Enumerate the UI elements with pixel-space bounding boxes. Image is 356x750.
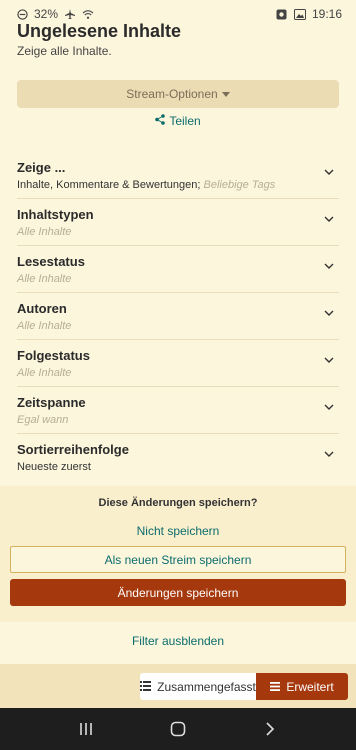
view-summary-button[interactable]: Zusammengefasst (140, 673, 256, 700)
chevron-down-icon[interactable] (323, 213, 335, 225)
status-bar: 32% 19:16 (0, 0, 356, 28)
filter-value-muted: Alle Inhalte (17, 273, 72, 285)
filter-value-muted: Alle Inhalte (17, 320, 72, 332)
menu-icon (270, 680, 281, 694)
filter-time-range[interactable]: Zeitspanne Egal wann (17, 387, 339, 434)
filter-value: Neueste zuerst (17, 459, 339, 475)
status-left: 32% (16, 7, 94, 21)
share-label: Teilen (169, 114, 201, 128)
filter-value: Egal wann (17, 412, 339, 428)
filter-title: Lesestatus (17, 254, 85, 269)
filter-title: Inhaltstypen (17, 207, 94, 222)
stream-options-label: Stream-Optionen (126, 87, 218, 101)
airplane-icon (64, 8, 76, 20)
notification-icon (276, 8, 288, 20)
filter-title: Folgestatus (17, 348, 90, 363)
clock: 19:16 (311, 7, 342, 21)
dont-save-link[interactable]: Nicht speichern (0, 524, 356, 538)
filter-authors[interactable]: Autoren Alle Inhalte (17, 293, 339, 340)
save-changes-button[interactable]: Änderungen speichern (10, 579, 346, 606)
page-subtitle: Zeige alle Inhalte. (17, 44, 112, 58)
dnd-icon (16, 8, 28, 20)
back-button[interactable] (250, 709, 290, 749)
chevron-down-icon[interactable] (323, 260, 335, 272)
gallery-icon (293, 8, 306, 20)
filter-read-status[interactable]: Lesestatus Alle Inhalte (17, 246, 339, 293)
view-advanced-button[interactable]: Erweitert (256, 673, 348, 700)
filter-value: Alle Inhalte (17, 365, 339, 381)
filter-title: Zeitspanne (17, 395, 86, 410)
chevron-down-icon[interactable] (323, 307, 335, 319)
chevron-down-icon[interactable] (323, 354, 335, 366)
filter-value: Inhalte, Kommentare & Bewertungen; Belie… (17, 177, 339, 193)
wifi-icon (82, 8, 94, 20)
filter-value: Alle Inhalte (17, 318, 339, 334)
filter-sort-order[interactable]: Sortierreihenfolge Neueste zuerst (17, 434, 339, 481)
caret-down-icon (221, 87, 230, 101)
view-toggle: Zusammengefasst Erweitert (140, 673, 348, 700)
share-icon (155, 114, 166, 128)
status-right: 19:16 (276, 7, 342, 21)
list-icon (140, 680, 152, 694)
view-advanced-label: Erweitert (286, 679, 334, 694)
filter-content-types[interactable]: Inhaltstypen Alle Inhalte (17, 199, 339, 246)
view-summary-label: Zusammengefasst (157, 679, 256, 694)
filter-title: Sortierreihenfolge (17, 442, 129, 457)
filter-value-muted: Beliebige Tags (203, 179, 276, 191)
filter-value-text: Neueste zuerst (17, 461, 91, 473)
filter-value: Alle Inhalte (17, 224, 339, 240)
filter-value-muted: Alle Inhalte (17, 367, 72, 379)
filter-value-muted: Egal wann (17, 414, 69, 426)
filter-show[interactable]: Zeige ... Inhalte, Kommentare & Bewertun… (17, 152, 339, 199)
save-as-new-stream-button[interactable]: Als neuen Streim speichern (10, 546, 346, 573)
stream-options-button[interactable]: Stream-Optionen (17, 80, 339, 108)
hide-filters-link[interactable]: Filter ausblenden (0, 634, 356, 648)
filter-title: Zeige ... (17, 160, 66, 175)
save-changes-panel: Diese Änderungen speichern? Nicht speich… (0, 486, 356, 622)
chevron-down-icon[interactable] (323, 401, 335, 413)
recent-apps-button[interactable] (66, 709, 106, 749)
filter-follow-status[interactable]: Folgestatus Alle Inhalte (17, 340, 339, 387)
chevron-down-icon[interactable] (323, 448, 335, 460)
home-button[interactable] (158, 709, 198, 749)
filter-title: Autoren (17, 301, 67, 316)
filter-value-text: Inhalte, Kommentare & Bewertungen; (17, 179, 201, 191)
filter-value-muted: Alle Inhalte (17, 226, 72, 238)
filter-value: Alle Inhalte (17, 271, 339, 287)
filter-list: Zeige ... Inhalte, Kommentare & Bewertun… (17, 152, 339, 481)
battery-level: 32% (34, 7, 59, 21)
system-navigation-bar (0, 708, 356, 750)
save-question: Diese Änderungen speichern? (98, 497, 258, 509)
share-link[interactable]: Teilen (0, 114, 356, 128)
chevron-down-icon[interactable] (323, 166, 335, 178)
bottom-toolbar: Zusammengefasst Erweitert (0, 664, 356, 708)
